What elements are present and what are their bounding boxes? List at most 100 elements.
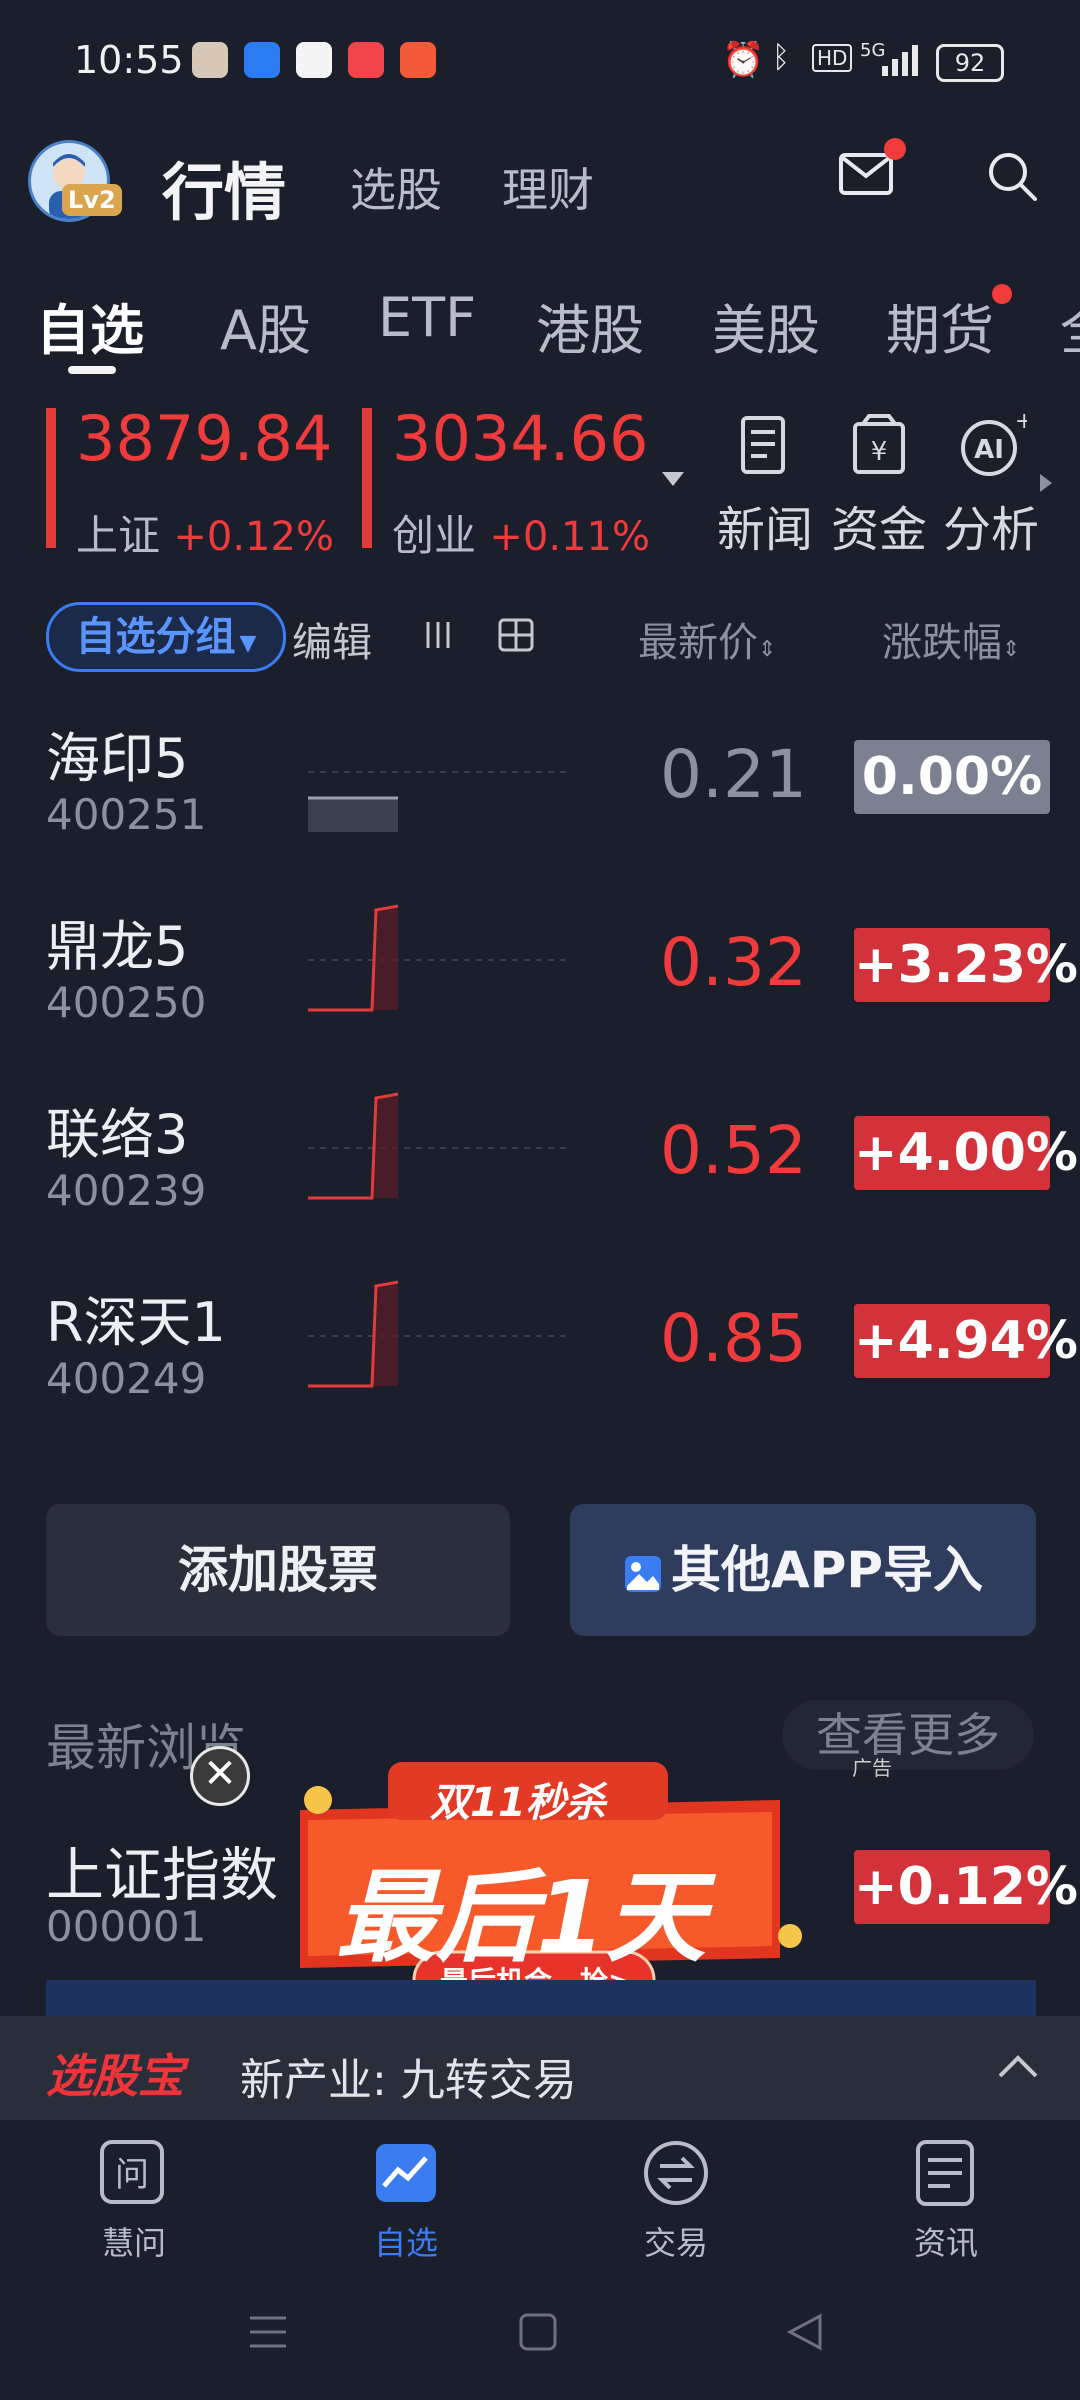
sort-label: 最新价 — [638, 620, 758, 666]
menu-icon[interactable] — [248, 2312, 288, 2352]
recent-item-name[interactable]: 上证指数 — [46, 1828, 278, 1912]
sort-icon: ⇕ — [758, 637, 777, 662]
close-icon: ✕ — [203, 1751, 237, 1797]
tool-fund-button[interactable]: ¥ 资金 — [824, 410, 934, 560]
tab-us-stocks[interactable]: 美股 — [712, 286, 820, 365]
mail-icon[interactable] — [838, 152, 894, 196]
stock-code: 400250 — [46, 978, 207, 1027]
app-notification-icon — [400, 42, 436, 78]
tool-analysis-button[interactable]: AI + 分析 — [936, 409, 1046, 560]
active-tab-indicator — [68, 366, 116, 374]
stock-picker-ticker[interactable]: 选股宝 新产业: 九转交易 — [0, 2016, 1080, 2120]
ad-headline: 双11秒杀 — [430, 1780, 606, 1826]
news-icon — [741, 416, 785, 474]
stock-code: 400251 — [46, 790, 207, 839]
ticker-brand: 选股宝 — [46, 2049, 184, 2103]
sparkline — [308, 1280, 568, 1388]
mail-unread-dot — [884, 138, 906, 160]
stock-price: 0.21 — [660, 736, 807, 813]
nav-item-ask[interactable]: 问 慧问 — [54, 2138, 214, 2264]
chevron-up-icon[interactable] — [996, 2052, 1040, 2080]
app-notification-icon — [192, 42, 228, 78]
futures-badge-dot — [992, 284, 1012, 304]
import-label: 其他APP导入 — [671, 1541, 983, 1599]
watchlist-icon — [376, 2144, 436, 2202]
search-icon[interactable] — [986, 150, 1038, 202]
ask-icon: 问 — [100, 2140, 164, 2204]
stock-name: 鼎龙5 — [46, 915, 189, 978]
index-value-sh[interactable]: 3879.84 — [76, 402, 332, 475]
table-row[interactable]: R深天1 400249 0.85 +4.94% — [0, 1254, 1080, 1442]
app-notification-icon — [348, 42, 384, 78]
nav-label: 慧问 — [101, 2224, 166, 2262]
index-name-sh[interactable]: 上证 +0.12% — [76, 502, 334, 563]
app-notification-icon — [296, 42, 332, 78]
tool-label: 分析 — [942, 502, 1039, 558]
alarm-icon: ⏰ — [722, 40, 765, 80]
stock-change: 0.00% — [854, 740, 1050, 814]
index-change: +0.11% — [489, 514, 650, 560]
watchlist-group-button[interactable]: 自选分组 ▼ — [46, 602, 286, 672]
recent-item-code: 000001 — [46, 1902, 207, 1951]
nav-item-trade[interactable]: 交易 — [596, 2138, 756, 2264]
table-row[interactable]: 联络3 400239 0.52 +4.00% — [0, 1066, 1080, 1254]
index-value-cy[interactable]: 3034.66 — [392, 402, 648, 475]
grid-view-icon[interactable] — [498, 618, 534, 652]
nav-item-news[interactable]: 资讯 — [866, 2138, 1026, 2264]
index-change: +0.12% — [173, 514, 334, 560]
column-view-icon[interactable] — [422, 618, 454, 652]
image-icon — [625, 1555, 661, 1592]
sparkline — [308, 1092, 568, 1200]
hd-icon: HD — [812, 44, 853, 72]
stock-change: +4.00% — [854, 1116, 1078, 1190]
status-bar: 10:55 ⏰ ᛒ HD 5G 92 — [0, 0, 1080, 120]
news-doc-icon — [916, 2140, 974, 2206]
nav-link-wealth[interactable]: 理财 — [502, 154, 594, 220]
status-time: 10:55 — [74, 38, 184, 82]
svg-text:问: 问 — [115, 2155, 149, 2195]
sparkline — [308, 904, 568, 1012]
stock-name: 联络3 — [46, 1103, 189, 1166]
svg-text:¥: ¥ — [871, 437, 888, 467]
stock-name: 海印5 — [46, 727, 189, 790]
import-from-app-button[interactable]: 其他APP导入 — [570, 1504, 1036, 1636]
add-stock-button[interactable]: 添加股票 — [46, 1504, 510, 1636]
promo-strip[interactable] — [46, 1980, 1036, 2016]
bluetooth-icon: ᛒ — [772, 40, 790, 75]
app-notification-icon — [244, 42, 280, 78]
svg-text:AI: AI — [974, 435, 1004, 465]
tool-label: 资金 — [830, 502, 927, 558]
tab-etf[interactable]: ETF — [378, 286, 476, 349]
stock-price: 0.32 — [660, 924, 807, 1001]
stock-price: 0.85 — [660, 1300, 807, 1377]
nav-label: 交易 — [643, 2224, 708, 2262]
ad-close-button[interactable]: ✕ — [190, 1746, 250, 1806]
index-label: 上证 — [76, 511, 161, 560]
tab-hk-stocks[interactable]: 港股 — [536, 286, 644, 365]
table-row[interactable]: 鼎龙5 400250 0.32 +3.23% — [0, 878, 1080, 1066]
scroll-right-icon — [1040, 474, 1052, 492]
sparkline — [308, 771, 568, 832]
stock-change: +3.23% — [854, 928, 1078, 1002]
tab-futures[interactable]: 期货 — [886, 286, 994, 365]
edit-button[interactable]: 编辑 — [292, 610, 372, 668]
sort-by-change[interactable]: 涨跌幅⇕ — [882, 610, 1020, 668]
chevron-down-icon: ▼ — [239, 631, 257, 656]
table-row[interactable]: 海印5 400251 0.21 0.00% — [0, 690, 1080, 878]
tool-label: 新闻 — [716, 502, 813, 558]
home-icon[interactable] — [518, 2312, 558, 2352]
tab-all[interactable]: 全 — [1060, 286, 1080, 365]
index-name-cy[interactable]: 创业 +0.11% — [392, 502, 650, 563]
tab-a-shares[interactable]: A股 — [220, 286, 311, 365]
tool-news-button[interactable]: 新闻 — [710, 410, 820, 560]
trade-icon — [644, 2141, 708, 2205]
nav-label: 资讯 — [913, 2224, 978, 2262]
page-title: 行情 — [162, 156, 287, 229]
sort-by-price[interactable]: 最新价⇕ — [638, 610, 776, 668]
nav-link-stock-picker[interactable]: 选股 — [350, 154, 442, 220]
back-icon[interactable] — [784, 2312, 824, 2352]
nav-item-watchlist[interactable]: 自选 — [326, 2138, 486, 2264]
svg-text:+: + — [1015, 410, 1027, 434]
tab-watchlist[interactable]: 自选 — [36, 286, 144, 365]
index-dropdown-icon[interactable] — [662, 472, 684, 486]
